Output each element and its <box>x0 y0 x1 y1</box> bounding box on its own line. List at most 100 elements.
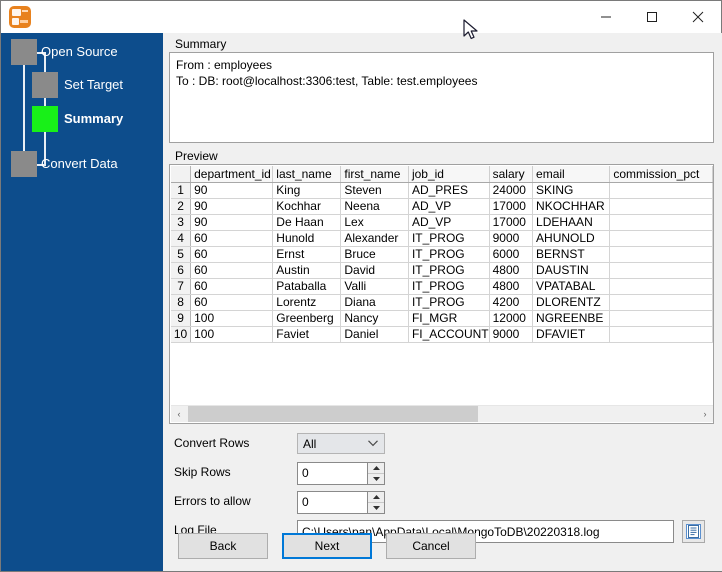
table-cell[interactable]: IT_PROG <box>408 246 490 263</box>
table-cell[interactable] <box>609 214 713 231</box>
table-row[interactable]: 2 90 Kochhar Neena AD_VP 17000 NKOCHHAR <box>171 198 713 215</box>
table-cell[interactable]: SKING <box>532 182 611 199</box>
table-cell[interactable]: Hunold <box>272 230 342 247</box>
table-cell[interactable]: De Haan <box>272 214 342 231</box>
table-cell[interactable]: DLORENTZ <box>532 294 611 311</box>
table-row[interactable]: 4 60 Hunold Alexander IT_PROG 9000 AHUNOLD <box>171 230 713 247</box>
column-header-commission_pct[interactable]: commission_pct <box>609 166 713 183</box>
table-cell[interactable]: Diana <box>340 294 409 311</box>
sidebar-node-set-target[interactable] <box>32 72 58 98</box>
table-cell[interactable]: DFAVIET <box>532 326 611 343</box>
sidebar-item-convert-data[interactable]: Convert Data <box>41 156 118 171</box>
table-row[interactable]: 6 60 Austin David IT_PROG 4800 DAUSTIN <box>171 262 713 279</box>
table-cell[interactable]: 60 <box>190 262 274 279</box>
sidebar-node-summary[interactable] <box>32 106 58 132</box>
preview-table-container[interactable]: department_id last_name first_name job_i… <box>171 166 713 404</box>
maximize-button[interactable] <box>629 1 675 32</box>
table-cell[interactable]: 90 <box>190 214 274 231</box>
table-row[interactable]: 1 90 King Steven AD_PRES 24000 SKING <box>171 182 713 199</box>
sidebar-item-set-target[interactable]: Set Target <box>64 77 123 92</box>
errors-to-allow-increment-button[interactable] <box>368 492 384 503</box>
table-cell[interactable]: 90 <box>190 198 274 215</box>
table-row[interactable]: 7 60 Pataballa Valli IT_PROG 4800 VPATABAL <box>171 278 713 295</box>
column-header-rownum[interactable] <box>171 166 192 183</box>
table-cell[interactable]: King <box>272 182 342 199</box>
table-cell[interactable] <box>609 246 713 263</box>
column-header-last_name[interactable]: last_name <box>272 166 342 183</box>
table-cell[interactable]: 90 <box>190 182 274 199</box>
table-cell[interactable]: IT_PROG <box>408 294 490 311</box>
table-row[interactable]: 10 100 Faviet Daniel FI_ACCOUNT 9000 DFAVIET <box>171 326 713 343</box>
table-cell[interactable] <box>609 294 713 311</box>
errors-to-allow-value[interactable]: 0 <box>302 495 309 509</box>
row-header-cell[interactable]: 6 <box>171 262 192 279</box>
skip-rows-stepper[interactable]: 0 <box>297 462 385 485</box>
skip-rows-increment-button[interactable] <box>368 463 384 474</box>
sidebar-node-open-source[interactable] <box>11 39 37 65</box>
table-cell[interactable]: LDEHAAN <box>532 214 611 231</box>
table-cell[interactable]: 60 <box>190 246 274 263</box>
table-cell[interactable]: 60 <box>190 278 274 295</box>
table-cell[interactable] <box>609 278 713 295</box>
table-cell[interactable]: Lorentz <box>272 294 342 311</box>
table-cell[interactable]: Kochhar <box>272 198 342 215</box>
scroll-left-arrow-icon[interactable]: ‹ <box>171 406 187 422</box>
table-cell[interactable]: Austin <box>272 262 342 279</box>
table-cell[interactable] <box>609 182 713 199</box>
close-button[interactable] <box>675 1 721 32</box>
table-cell[interactable]: Steven <box>340 182 409 199</box>
table-cell[interactable]: Alexander <box>340 230 409 247</box>
back-button[interactable]: Back <box>178 533 268 559</box>
table-cell[interactable]: DAUSTIN <box>532 262 611 279</box>
skip-rows-decrement-button[interactable] <box>368 474 384 484</box>
convert-rows-select[interactable]: All <box>297 433 385 454</box>
table-cell[interactable]: David <box>340 262 409 279</box>
row-header-cell[interactable]: 4 <box>171 230 192 247</box>
table-cell[interactable]: NKOCHHAR <box>532 198 611 215</box>
table-cell[interactable]: 60 <box>190 294 274 311</box>
table-cell[interactable]: IT_PROG <box>408 262 490 279</box>
sidebar-item-open-source[interactable]: Open Source <box>41 44 118 59</box>
table-cell[interactable]: 60 <box>190 230 274 247</box>
table-cell[interactable]: 9000 <box>489 230 534 247</box>
column-header-job_id[interactable]: job_id <box>408 166 490 183</box>
table-cell[interactable]: AD_VP <box>408 198 490 215</box>
cancel-button[interactable]: Cancel <box>386 533 476 559</box>
row-header-cell[interactable]: 9 <box>171 310 192 327</box>
table-cell[interactable]: 6000 <box>489 246 534 263</box>
table-cell[interactable]: BERNST <box>532 246 611 263</box>
table-cell[interactable]: 9000 <box>489 326 534 343</box>
row-header-cell[interactable]: 1 <box>171 182 192 199</box>
table-cell[interactable]: Pataballa <box>272 278 342 295</box>
preview-horizontal-scrollbar[interactable]: ‹ › <box>171 405 713 422</box>
table-cell[interactable]: 17000 <box>489 198 534 215</box>
table-cell[interactable]: 12000 <box>489 310 534 327</box>
column-header-salary[interactable]: salary <box>489 166 534 183</box>
column-header-first_name[interactable]: first_name <box>340 166 409 183</box>
table-cell[interactable]: Daniel <box>340 326 409 343</box>
row-header-cell[interactable]: 10 <box>171 326 192 343</box>
errors-to-allow-stepper[interactable]: 0 <box>297 491 385 514</box>
table-row[interactable]: 8 60 Lorentz Diana IT_PROG 4200 DLORENTZ <box>171 294 713 311</box>
column-header-department_id[interactable]: department_id <box>190 166 274 183</box>
table-cell[interactable]: Greenberg <box>272 310 342 327</box>
table-cell[interactable]: Neena <box>340 198 409 215</box>
table-cell[interactable] <box>609 262 713 279</box>
table-cell[interactable]: 100 <box>190 310 274 327</box>
errors-to-allow-decrement-button[interactable] <box>368 503 384 513</box>
next-button[interactable]: Next <box>282 533 372 559</box>
table-cell[interactable] <box>609 198 713 215</box>
table-cell[interactable]: FI_ACCOUNT <box>408 326 490 343</box>
skip-rows-value[interactable]: 0 <box>302 466 309 480</box>
row-header-cell[interactable]: 8 <box>171 294 192 311</box>
table-cell[interactable]: Nancy <box>340 310 409 327</box>
table-cell[interactable]: IT_PROG <box>408 230 490 247</box>
table-cell[interactable]: AD_PRES <box>408 182 490 199</box>
table-cell[interactable]: 4800 <box>489 262 534 279</box>
column-header-email[interactable]: email <box>532 166 611 183</box>
table-cell[interactable]: IT_PROG <box>408 278 490 295</box>
table-cell[interactable] <box>609 230 713 247</box>
table-cell[interactable]: AHUNOLD <box>532 230 611 247</box>
table-cell[interactable]: 17000 <box>489 214 534 231</box>
table-row[interactable]: 9 100 Greenberg Nancy FI_MGR 12000 NGREENBE <box>171 310 713 327</box>
